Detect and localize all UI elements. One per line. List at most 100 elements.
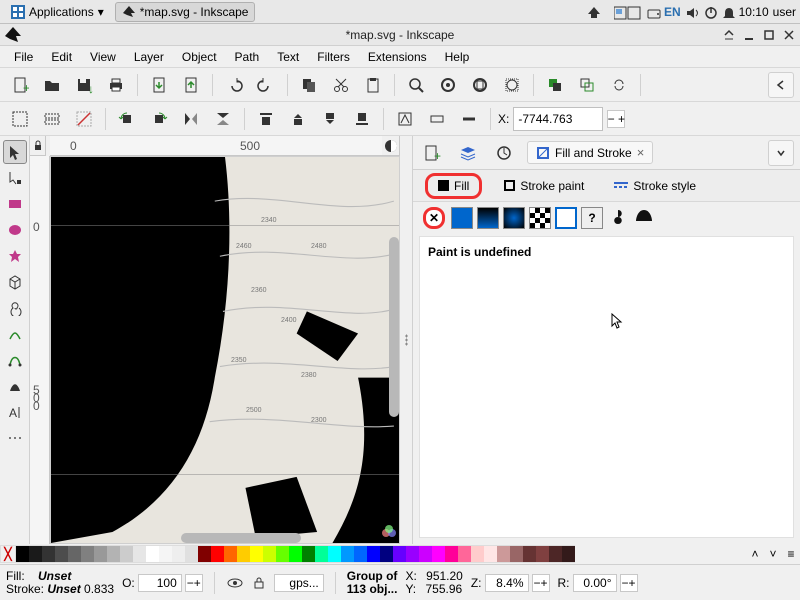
object-properties-dialog-icon[interactable] — [491, 140, 517, 166]
opacity-input[interactable]: 100 — [138, 574, 182, 592]
palette-swatch[interactable] — [146, 545, 159, 563]
disk-icon[interactable] — [646, 5, 660, 19]
window-hide-decorations-button[interactable] — [722, 28, 736, 42]
layer-selector[interactable]: gps... — [274, 574, 324, 592]
menu-extensions[interactable]: Extensions — [360, 48, 435, 66]
palette-swatch[interactable] — [263, 545, 276, 563]
rotate-ccw-button[interactable] — [113, 105, 141, 133]
paint-linear-gradient-button[interactable] — [477, 207, 499, 229]
paint-mesh2-button[interactable] — [633, 207, 655, 229]
new-document-button[interactable]: + — [6, 71, 34, 99]
selector-tool[interactable] — [3, 140, 27, 164]
node-tool[interactable] — [3, 166, 27, 190]
redo-button[interactable] — [252, 71, 280, 99]
bezier-tool[interactable] — [3, 348, 27, 372]
rotate-cw-button[interactable] — [145, 105, 173, 133]
lower-button[interactable] — [316, 105, 344, 133]
horizontal-scrollbar[interactable] — [181, 533, 301, 543]
palette-swatch[interactable] — [42, 545, 55, 563]
subtab-fill[interactable]: Fill — [425, 173, 482, 199]
layers-dialog-icon[interactable] — [455, 140, 481, 166]
new-dialog-icon[interactable]: + — [419, 140, 445, 166]
menu-edit[interactable]: Edit — [43, 48, 80, 66]
canvas[interactable]: 2340 2460 2480 2360 2400 2350 2380 2500 … — [50, 156, 400, 544]
spiral-tool[interactable] — [3, 296, 27, 320]
duplicate-button[interactable] — [541, 71, 569, 99]
paint-swatch-button[interactable] — [555, 207, 577, 229]
palette-swatch[interactable] — [471, 545, 484, 563]
vertical-ruler[interactable]: 0 5 0 0 — [30, 156, 50, 544]
palette-swatch[interactable] — [523, 545, 536, 563]
palette-swatch[interactable] — [380, 545, 393, 563]
palette-swatch[interactable] — [302, 545, 315, 563]
taskbar-window-button[interactable]: *map.svg - Inkscape — [115, 2, 256, 22]
paint-mesh1-button[interactable] — [607, 207, 629, 229]
tab-fill-and-stroke[interactable]: Fill and Stroke × — [527, 141, 653, 164]
print-button[interactable] — [102, 71, 130, 99]
toolbar-overflow-button[interactable] — [768, 72, 794, 98]
palette-swatch[interactable] — [211, 545, 224, 563]
volume-icon[interactable] — [685, 5, 699, 19]
horizontal-ruler[interactable]: 0 500 — [50, 136, 382, 156]
palette-swatch[interactable] — [484, 545, 497, 563]
palette-none-swatch[interactable]: ╳ — [0, 545, 16, 563]
palette-swatch[interactable] — [289, 545, 302, 563]
palette-swatch[interactable] — [536, 545, 549, 563]
clock[interactable]: 10:10 — [739, 5, 769, 19]
palette-swatch[interactable] — [133, 545, 146, 563]
palette-swatch[interactable] — [172, 545, 185, 563]
rotation-input[interactable]: 0.00° — [573, 574, 617, 592]
select-all-layers-button[interactable] — [38, 105, 66, 133]
palette-swatch[interactable] — [120, 545, 133, 563]
rectangle-tool[interactable] — [3, 192, 27, 216]
subtab-stroke-paint[interactable]: Stroke paint — [496, 176, 592, 196]
palette-swatch[interactable] — [237, 545, 250, 563]
palette-swatch[interactable] — [250, 545, 263, 563]
flip-horizontal-button[interactable] — [177, 105, 205, 133]
raise-button[interactable] — [284, 105, 312, 133]
maximize-button[interactable] — [762, 28, 776, 42]
palette-swatch[interactable] — [16, 545, 29, 563]
save-button[interactable]: ↓ — [70, 71, 98, 99]
copy-button[interactable] — [295, 71, 323, 99]
color-mode-icon[interactable] — [381, 525, 397, 541]
flip-vertical-button[interactable] — [209, 105, 237, 133]
lock-guides-button[interactable] — [30, 136, 46, 156]
tray-app-icon[interactable] — [586, 5, 600, 19]
x-coord-input[interactable]: -7744.763 — [513, 107, 603, 131]
palette-swatch[interactable] — [55, 545, 68, 563]
palette-swatch[interactable] — [393, 545, 406, 563]
palette-swatch[interactable] — [29, 545, 42, 563]
ellipse-tool[interactable] — [3, 218, 27, 242]
palette-swatch[interactable] — [159, 545, 172, 563]
unlink-clone-button[interactable] — [605, 71, 633, 99]
palette-swatch[interactable] — [107, 545, 120, 563]
undo-button[interactable] — [220, 71, 248, 99]
toggle-affect-button-2[interactable] — [423, 105, 451, 133]
3dbox-tool[interactable] — [3, 270, 27, 294]
menu-layer[interactable]: Layer — [126, 48, 172, 66]
dock-splitter[interactable] — [400, 136, 412, 544]
palette-swatch[interactable] — [432, 545, 445, 563]
subtab-stroke-style[interactable]: Stroke style — [606, 176, 704, 196]
zoom-selection-button[interactable] — [402, 71, 430, 99]
zoom-center-button[interactable] — [498, 71, 526, 99]
zoom-input[interactable]: 8.4% — [485, 574, 529, 592]
palette-swatch[interactable] — [315, 545, 328, 563]
export-button[interactable] — [177, 71, 205, 99]
deselect-button[interactable] — [70, 105, 98, 133]
toggle-affect-button-3[interactable] — [455, 105, 483, 133]
layer-visibility-icon[interactable] — [226, 576, 244, 590]
palette-swatch[interactable] — [328, 545, 341, 563]
raise-top-button[interactable] — [252, 105, 280, 133]
paint-pattern-button[interactable] — [529, 207, 551, 229]
select-all-button[interactable] — [6, 105, 34, 133]
menu-object[interactable]: Object — [174, 48, 225, 66]
palette-swatch[interactable] — [341, 545, 354, 563]
menu-text[interactable]: Text — [269, 48, 307, 66]
palette-swatch[interactable] — [419, 545, 432, 563]
palette-scroll-down-icon[interactable]: ˅ — [764, 546, 782, 562]
status-stroke-value[interactable]: Unset — [47, 582, 80, 596]
display-mode-button[interactable] — [382, 136, 400, 156]
palette-swatch[interactable] — [198, 545, 211, 563]
